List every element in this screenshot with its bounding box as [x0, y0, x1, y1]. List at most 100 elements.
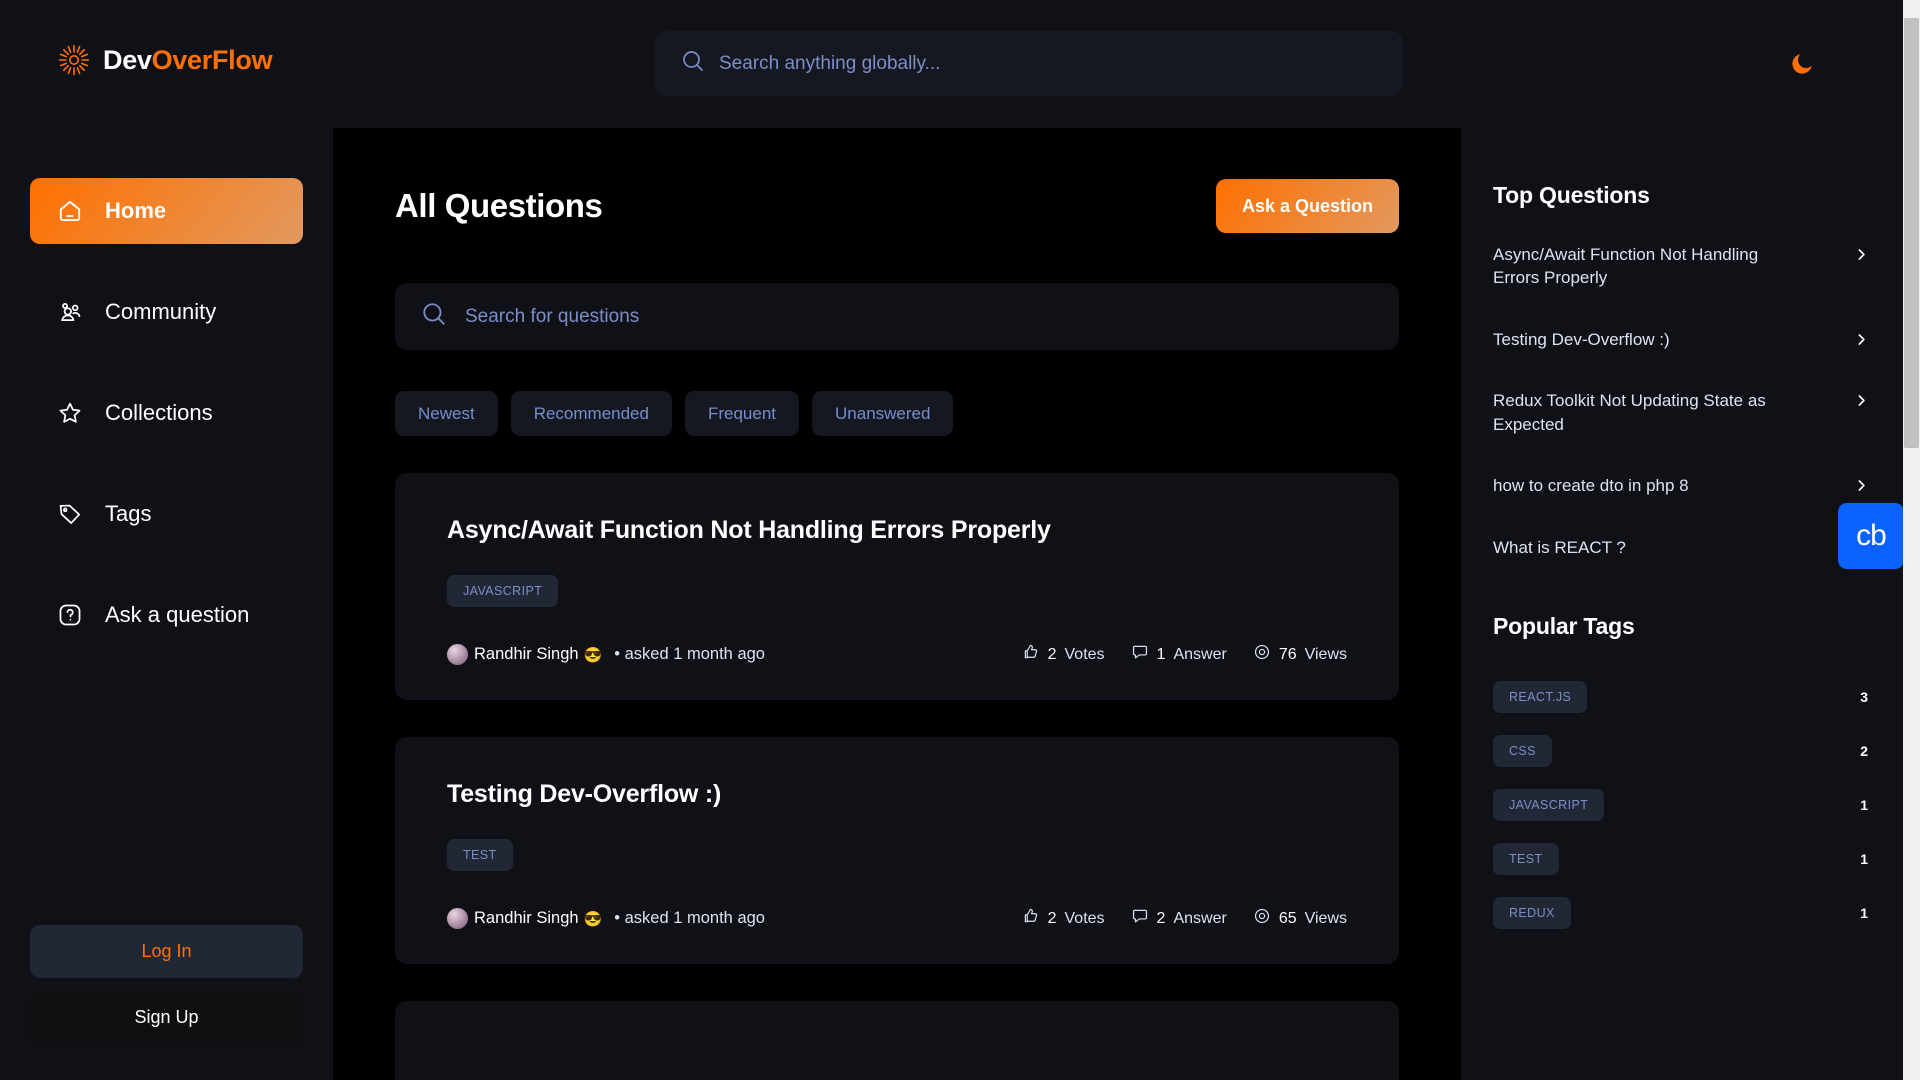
sidebar-item-label: Community — [105, 299, 217, 324]
sidebar-item-ask-a-question[interactable]: Ask a question — [30, 582, 303, 648]
question-author[interactable]: Randhir Singh 😎 • asked 1 month ago — [447, 908, 765, 929]
brand-logo[interactable]: DevOverFlow — [58, 44, 273, 76]
popular-tag-name[interactable]: REACT.JS — [1493, 681, 1588, 714]
popular-tag-row[interactable]: CSS 2 — [1493, 735, 1868, 768]
views-label: Views — [1304, 909, 1347, 927]
message-icon — [1131, 643, 1149, 666]
votes-count: 2 — [1047, 909, 1057, 927]
chevron-right-icon — [1855, 243, 1868, 266]
popular-tag-count: 1 — [1860, 905, 1868, 922]
ask-a-question-button[interactable]: Ask a Question — [1215, 179, 1399, 233]
author-emoji: 😎 — [583, 910, 603, 928]
question-tags: JAVASCRIPT — [447, 575, 1347, 607]
top-question-item[interactable]: how to create dto in php 8 — [1493, 474, 1868, 497]
chevron-right-icon — [1855, 474, 1868, 497]
login-button[interactable]: Log In — [30, 925, 303, 978]
global-search-input[interactable]: Search anything globally... — [719, 53, 940, 75]
right-sidebar: Top Questions Async/Await Function Not H… — [1461, 128, 1920, 1080]
sidebar-item-community[interactable]: Community — [30, 279, 303, 345]
chevron-right-icon — [1855, 328, 1868, 351]
thumbs-up-icon — [1022, 907, 1040, 930]
tag-icon — [57, 501, 83, 527]
answers-count: 2 — [1156, 909, 1166, 927]
views-label: Views — [1304, 645, 1347, 663]
top-question-label: Redux Toolkit Not Updating State as Expe… — [1493, 391, 1766, 434]
question-title[interactable]: Testing Dev-Overflow :) — [447, 779, 1347, 809]
home-icon — [57, 198, 83, 224]
votes-label: Votes — [1064, 909, 1105, 927]
filter-newest[interactable]: Newest — [395, 391, 498, 436]
question-tag[interactable]: JAVASCRIPT — [447, 575, 559, 607]
avatar — [447, 908, 468, 929]
sidebar-item-collections[interactable]: Collections — [30, 380, 303, 446]
popular-tag-count: 2 — [1860, 743, 1868, 760]
global-search-bar[interactable]: Search anything globally... — [655, 31, 1403, 96]
popular-tag-name[interactable]: JAVASCRIPT — [1493, 789, 1605, 822]
views-stat: 76 Views — [1253, 643, 1347, 666]
question-author[interactable]: Randhir Singh 😎 • asked 1 month ago — [447, 644, 765, 665]
popular-tag-row[interactable]: REACT.JS 3 — [1493, 681, 1868, 714]
page-scrollbar-thumb[interactable] — [1904, 18, 1919, 448]
sidebar-item-tags[interactable]: Tags — [30, 481, 303, 547]
moon-icon[interactable] — [1789, 51, 1815, 77]
popular-tag-name[interactable]: CSS — [1493, 735, 1552, 768]
votes-count: 2 — [1047, 645, 1057, 663]
filter-recommended[interactable]: Recommended — [510, 391, 672, 436]
author-emoji: 😎 — [583, 646, 603, 664]
popular-tags-list: REACT.JS 3 CSS 2 JAVASCRIPT 1 TEST 1 RED… — [1493, 681, 1868, 930]
popular-tag-name[interactable]: REDUX — [1493, 897, 1571, 930]
users-icon — [57, 299, 83, 325]
question-tag[interactable]: TEST — [447, 839, 513, 871]
chatbot-widget-button[interactable]: cb — [1838, 503, 1904, 569]
question-title[interactable]: Async/Await Function Not Handling Errors… — [447, 515, 1347, 545]
question-circle-icon — [57, 602, 83, 628]
search-icon — [421, 301, 447, 332]
page-title: All Questions — [395, 187, 603, 224]
sidebar-item-home[interactable]: Home — [30, 178, 303, 244]
sun-starburst-icon — [58, 44, 90, 76]
question-search-input[interactable]: Search for questions — [465, 306, 639, 328]
top-question-item[interactable]: Testing Dev-Overflow :) — [1493, 328, 1868, 351]
sidebar-item-label: Ask a question — [105, 602, 250, 627]
answers-stat: 2 Answer — [1131, 907, 1227, 930]
sidebar-item-label: Home — [105, 198, 167, 223]
top-question-item[interactable]: What is REACT ? — [1493, 536, 1868, 559]
popular-tag-count: 3 — [1860, 689, 1868, 706]
main-content: All Questions Ask a Question Search for … — [333, 128, 1461, 1080]
top-questions-list: Async/Await Function Not Handling Errors… — [1493, 243, 1868, 559]
filter-frequent[interactable]: Frequent — [684, 391, 800, 436]
popular-tag-name[interactable]: TEST — [1493, 843, 1559, 876]
sidebar-item-label: Tags — [105, 501, 152, 526]
question-meta: Randhir Singh 😎 • asked 1 month ago 2 Vo… — [447, 643, 1347, 666]
signup-button[interactable]: Sign Up — [30, 991, 303, 1044]
top-question-item[interactable]: Redux Toolkit Not Updating State as Expe… — [1493, 389, 1868, 436]
main-header: All Questions Ask a Question — [395, 176, 1399, 236]
auth-buttons: Log In Sign Up — [30, 925, 303, 1044]
answers-count: 1 — [1156, 645, 1166, 663]
question-tags: TEST — [447, 839, 1347, 871]
answers-stat: 1 Answer — [1131, 643, 1227, 666]
left-sidebar: Home Community Collections Tags Ask a qu… — [0, 128, 333, 1080]
popular-tag-row[interactable]: REDUX 1 — [1493, 897, 1868, 930]
popular-tag-row[interactable]: TEST 1 — [1493, 843, 1868, 876]
chevron-right-icon — [1855, 389, 1868, 412]
votes-label: Votes — [1064, 645, 1105, 663]
sidebar-nav: Home Community Collections Tags Ask a qu… — [0, 178, 333, 683]
popular-tag-row[interactable]: JAVASCRIPT 1 — [1493, 789, 1868, 822]
popular-tag-count: 1 — [1860, 797, 1868, 814]
popular-tags-title: Popular Tags — [1493, 613, 1635, 640]
search-icon — [681, 49, 705, 78]
asked-timestamp: • asked 1 month ago — [614, 645, 765, 663]
answers-label: Answer — [1173, 645, 1227, 663]
answers-label: Answer — [1173, 909, 1227, 927]
question-search-bar[interactable]: Search for questions — [395, 283, 1399, 350]
question-stats: 2 Votes 2 Answer 65 Views — [1022, 907, 1347, 930]
top-question-item[interactable]: Async/Await Function Not Handling Errors… — [1493, 243, 1868, 290]
question-card[interactable]: Testing Dev-Overflow :) TEST Randhir Sin… — [395, 737, 1399, 964]
eye-icon — [1253, 907, 1271, 930]
question-card[interactable]: Async/Await Function Not Handling Errors… — [395, 473, 1399, 700]
top-navbar: DevOverFlow Search anything globally... — [0, 0, 1920, 128]
votes-stat: 2 Votes — [1022, 643, 1105, 666]
filter-unanswered[interactable]: Unanswered — [812, 391, 954, 436]
question-card[interactable] — [395, 1001, 1399, 1080]
